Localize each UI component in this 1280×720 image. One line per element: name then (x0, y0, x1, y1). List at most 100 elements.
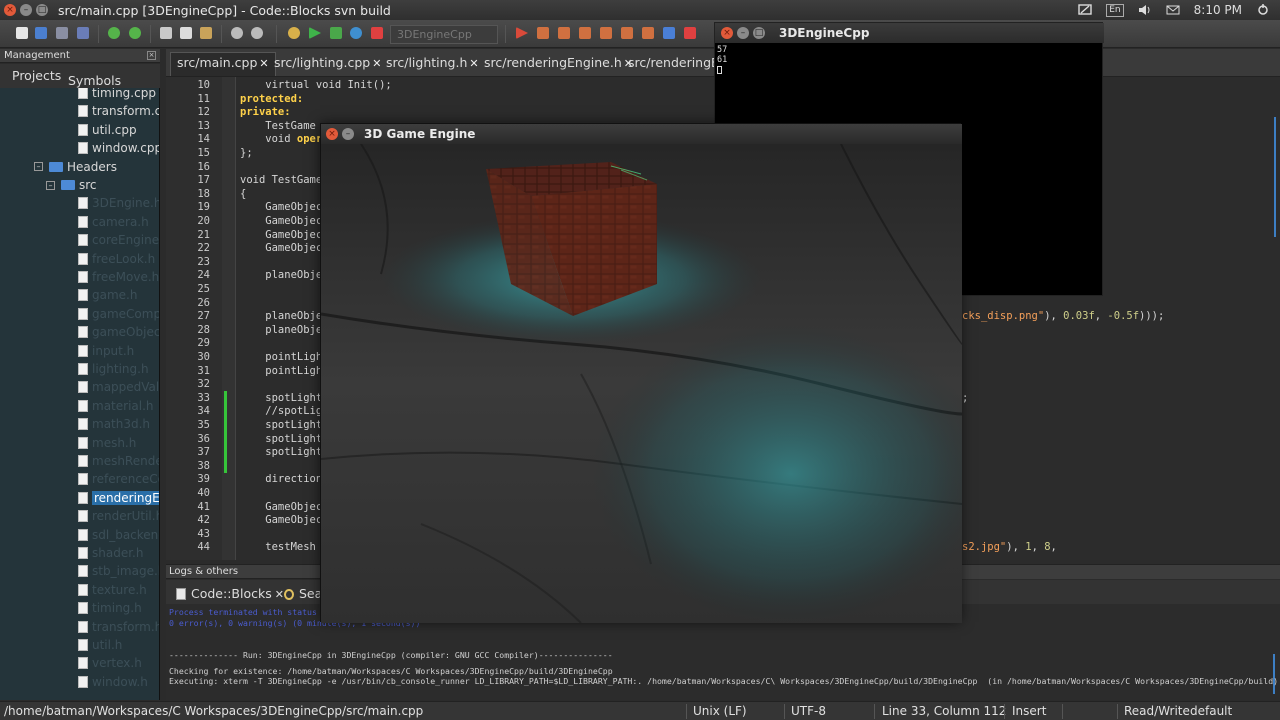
tab-search-results[interactable]: Sea (284, 586, 322, 601)
run-to-cursor-icon[interactable] (537, 27, 549, 39)
tab-projects[interactable]: Projects (12, 68, 61, 83)
tree-item[interactable]: util.h (78, 637, 122, 653)
pause-icon[interactable] (663, 27, 675, 39)
tree-item[interactable]: gameComponent.h (78, 306, 159, 322)
close-tab-icon[interactable]: ✕ (469, 57, 478, 70)
code-line[interactable]: pointLigh (240, 365, 322, 377)
code-line[interactable]: planeObje (240, 324, 322, 336)
step-out-icon[interactable] (600, 27, 612, 39)
run-icon[interactable] (309, 27, 321, 39)
code-line[interactable]: //spotLig (240, 405, 322, 417)
build-and-run-icon[interactable] (330, 27, 342, 39)
tree-item[interactable]: material.h (78, 398, 154, 414)
close-tab-icon[interactable]: ✕ (372, 57, 381, 70)
volume-icon[interactable] (1138, 4, 1152, 16)
code-line[interactable]: GameObjec (240, 201, 322, 213)
build-target-select[interactable]: 3DEngineCpp (390, 25, 498, 44)
tree-item[interactable]: sdl_backend.h (78, 527, 159, 543)
code-line-fragment[interactable]: ; (962, 392, 968, 404)
code-line[interactable]: testMesh (240, 541, 316, 553)
code-line[interactable]: GameObjec (240, 501, 322, 513)
game-title-bar[interactable]: × – 3D Game Engine (321, 124, 962, 144)
tree-item[interactable]: camera.h (78, 214, 149, 230)
tab-main-cpp[interactable]: src/main.cpp ✕ (170, 52, 276, 76)
code-line[interactable]: pointLigh (240, 351, 322, 363)
cut-icon[interactable] (160, 27, 172, 39)
tree-item[interactable]: 3DEngine.h (78, 195, 159, 211)
mail-icon[interactable] (1166, 4, 1180, 16)
code-line[interactable]: { (240, 188, 246, 200)
tree-item[interactable]: window.h (78, 674, 148, 690)
close-tab-icon[interactable]: ✕ (259, 57, 268, 70)
game-viewport[interactable] (321, 144, 962, 623)
stop-debugger-icon[interactable] (684, 27, 696, 39)
next-line-icon[interactable] (558, 27, 570, 39)
tree-item[interactable]: game.h (78, 287, 137, 303)
power-gear-icon[interactable] (1256, 4, 1270, 16)
close-window-button[interactable]: × (4, 4, 16, 16)
code-line[interactable]: spotLight (240, 419, 322, 431)
tree-item[interactable]: meshRenderer.h (78, 453, 159, 469)
step-into-instruction-icon[interactable] (642, 27, 654, 39)
maximize-window-button[interactable]: □ (753, 27, 765, 39)
save-all-icon[interactable] (77, 27, 89, 39)
tree-item[interactable]: freeLook.h (78, 251, 155, 267)
tab-lighting-cpp[interactable]: src/lighting.cpp ✕ (274, 55, 381, 70)
code-line[interactable]: virtual void Init(); (240, 79, 391, 91)
undo-icon[interactable] (108, 27, 120, 39)
tree-item[interactable]: stb_image.h (78, 563, 159, 579)
tree-item[interactable]: – src (46, 177, 97, 193)
tree-item[interactable]: window.cpp (78, 140, 159, 156)
open-file-icon[interactable] (35, 27, 47, 39)
code-line[interactable]: direction (240, 473, 322, 485)
clock[interactable]: 8:10 PM (1194, 3, 1242, 17)
minimize-window-button[interactable]: – (20, 4, 32, 16)
code-line[interactable]: void TestGame (240, 174, 322, 186)
save-icon[interactable] (56, 27, 68, 39)
tree-item[interactable]: renderUtil.h (78, 508, 159, 524)
tree-item[interactable]: lighting.h (78, 361, 149, 377)
terminal-title-bar[interactable]: × – □ 3DEngineCpp (715, 23, 1104, 43)
tree-item[interactable]: transform.cpp (78, 103, 159, 119)
tree-item[interactable]: mesh.h (78, 435, 136, 451)
copy-icon[interactable] (180, 27, 192, 39)
tree-item[interactable]: transform.h (78, 619, 159, 635)
tree-item[interactable]: referenceCounter.h (78, 471, 159, 487)
replace-icon[interactable] (251, 27, 263, 39)
find-icon[interactable] (231, 27, 243, 39)
code-line[interactable]: GameObjec (240, 242, 322, 254)
keyboard-layout-indicator[interactable]: En (1106, 3, 1124, 17)
step-into-icon[interactable] (579, 27, 591, 39)
tab-codeblocks-log[interactable]: Code::Blocks ✕ (176, 586, 284, 601)
editor-scrollbar[interactable] (1273, 77, 1278, 560)
code-line[interactable]: GameObjec (240, 514, 322, 526)
next-instruction-icon[interactable] (621, 27, 633, 39)
tree-item[interactable]: util.cpp (78, 122, 137, 138)
minimize-window-button[interactable]: – (342, 128, 354, 140)
code-line[interactable]: TestGame (240, 120, 316, 132)
tree-item[interactable]: vertex.h (78, 655, 142, 671)
tab-renderingengine-cpp[interactable]: src/renderingEn (628, 55, 727, 70)
code-line[interactable]: private: (240, 106, 291, 118)
code-line[interactable]: spotLight (240, 446, 322, 458)
code-line[interactable]: spotLight (240, 433, 322, 445)
abort-icon[interactable] (371, 27, 383, 39)
tree-item[interactable]: coreEngine.h (78, 232, 159, 248)
code-line[interactable]: }; (240, 147, 253, 159)
tree-item[interactable]: input.h (78, 343, 134, 359)
game-window[interactable]: × – 3D Game Engine (320, 123, 962, 623)
code-line[interactable]: GameObjec (240, 215, 322, 227)
collapse-icon[interactable]: – (46, 180, 55, 190)
tree-item[interactable]: timing.cpp (78, 88, 156, 101)
code-line[interactable]: planeObje (240, 310, 322, 322)
tree-item[interactable]: – Headers (34, 159, 117, 175)
tree-item[interactable]: math3d.h (78, 416, 150, 432)
project-tree[interactable]: timing.cpp transform.cpp util.cpp window.cp… (0, 88, 160, 700)
close-icon[interactable]: × (147, 51, 156, 60)
collapse-icon[interactable]: – (34, 162, 43, 172)
tree-item[interactable]: gameObject.h (78, 324, 159, 340)
redo-icon[interactable] (129, 27, 141, 39)
close-window-button[interactable]: × (721, 27, 733, 39)
close-window-button[interactable]: × (326, 128, 338, 140)
messaging-icon[interactable] (1078, 4, 1092, 16)
